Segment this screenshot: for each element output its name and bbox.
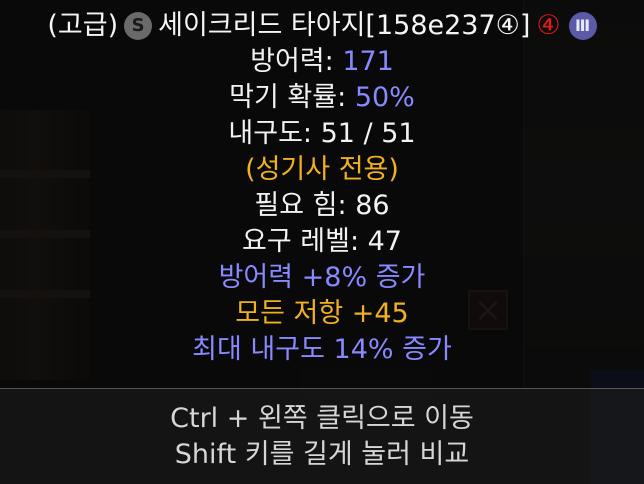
mod-defense: 방어력 +8% 증가 [218, 262, 426, 293]
block-line: 막기 확률: 50% [0, 80, 644, 116]
defense-value: 171 [342, 46, 394, 77]
block-label: 막기 확률: [229, 82, 347, 113]
defense-line: 방어력: 171 [0, 44, 644, 80]
tooltip-lines: (고급) S 세이크리드 타아지[158e237④] ④ Ⅲ 방어력: 171 … [0, 8, 644, 368]
item-grade: (고급) [47, 10, 119, 41]
compare-hint: Shift 키를 길게 눌러 비교 [174, 439, 470, 470]
s-circle-icon: S [124, 12, 153, 40]
tier-three-icon: Ⅲ [568, 12, 597, 40]
strength-requirement: 필요 힘: 86 [254, 190, 390, 221]
item-name: 세이크리드 타아지[158e237④] [158, 10, 531, 41]
mod-resist-all: 모든 저항 +45 [235, 298, 409, 329]
move-hint: Ctrl + 왼쪽 클릭으로 이동 [170, 403, 474, 434]
mod-durability: 최대 내구도 14% 증가 [192, 334, 452, 365]
item-tooltip: (고급) S 세이크리드 타아지[158e237④] ④ Ⅲ 방어력: 171 … [0, 0, 644, 388]
hint-area: Ctrl + 왼쪽 클릭으로 이동 Shift 키를 길게 눌러 비교 [0, 389, 644, 484]
socket-count-badge: ④ [536, 10, 561, 41]
class-requirement: (성기사 전용) [245, 154, 399, 185]
level-requirement: 요구 레벨: 47 [242, 226, 402, 257]
durability-line: 내구도: 51 / 51 [228, 118, 416, 149]
game-screen: (고급) S 세이크리드 타아지[158e237④] ④ Ⅲ 방어력: 171 … [0, 0, 644, 484]
defense-label: 방어력: [250, 46, 334, 77]
block-value: 50% [354, 82, 415, 113]
item-title: (고급) S 세이크리드 타아지[158e237④] ④ Ⅲ [0, 8, 644, 44]
